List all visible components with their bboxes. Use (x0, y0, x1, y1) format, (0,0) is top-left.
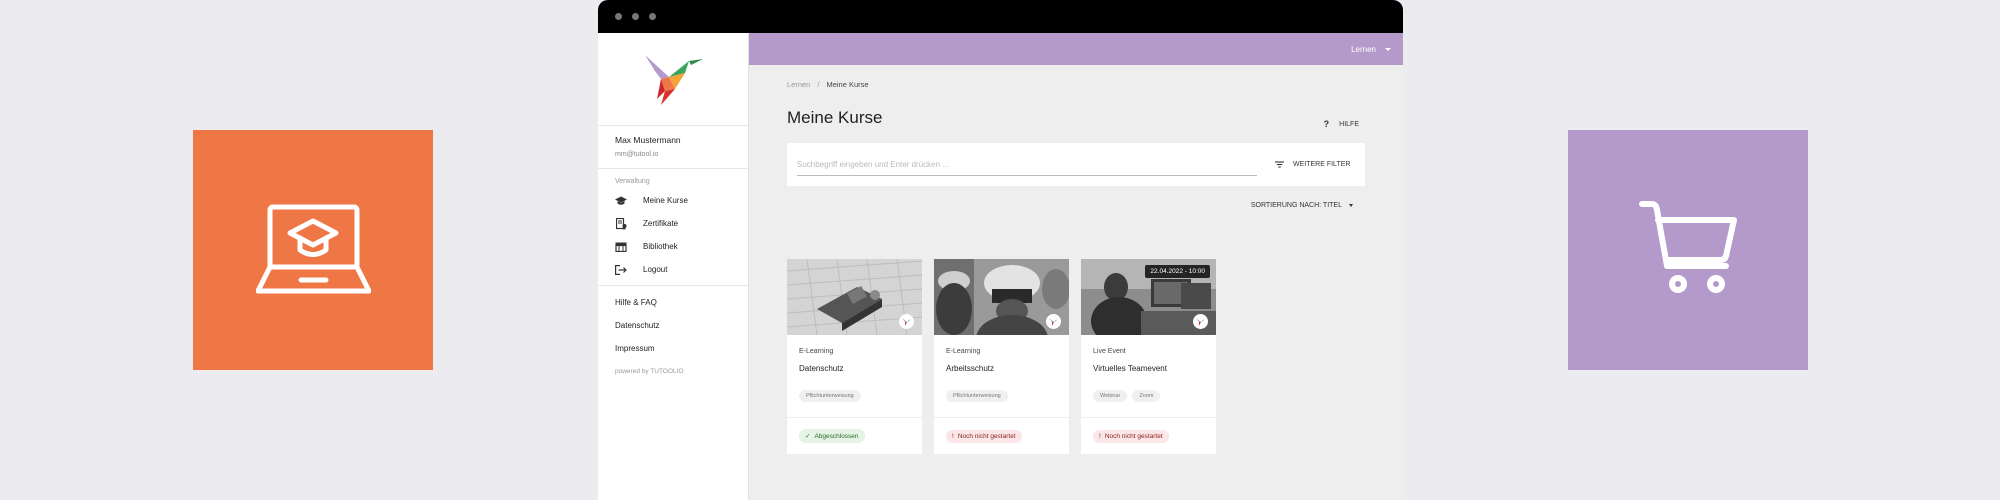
hummingbird-logo-icon (645, 55, 703, 105)
course-footer: ✓ Abgeschlossen (787, 417, 922, 454)
sidebar-item-bibliothek[interactable]: Bibliothek (598, 235, 748, 258)
event-date: 22.04.2022 - 10:00 (1145, 265, 1210, 278)
sidebar-section-label: Verwaltung (615, 178, 650, 185)
sidebar: Max Mustermann mm@tutool.io Verwaltung M… (598, 33, 749, 500)
alert-icon: ! (1099, 432, 1101, 440)
course-body: E-Learning Datenschutz Pflichtunterweisu… (787, 335, 922, 404)
content: Lernen / Meine Kurse Meine Kurse (749, 80, 1403, 128)
bird-badge-icon (899, 314, 914, 329)
right-promo-tile (1568, 130, 1808, 370)
breadcrumb-root[interactable]: Lernen (787, 80, 810, 89)
course-card[interactable]: 22.04.2022 - 10:00 Live Event Virtuelles… (1081, 259, 1216, 454)
status-label: Noch nicht gestartet (957, 432, 1016, 440)
course-footer: ! Noch nicht gestartet (1081, 417, 1216, 454)
search-input[interactable] (797, 153, 1257, 176)
more-filters-button[interactable]: WEITERE FILTER (1275, 161, 1350, 168)
left-promo-tile (193, 130, 433, 370)
sidebar-item-logout[interactable]: Logout (598, 258, 748, 281)
top-bar: Lernen (749, 33, 1403, 65)
status-badge: ✓ Abgeschlossen (799, 429, 865, 443)
alert-icon: ! (952, 432, 954, 440)
course-image: 22.04.2022 - 10:00 (1081, 259, 1216, 335)
course-tag: Pflichtunterweisung (799, 390, 861, 402)
course-body: Live Event Virtuelles Teamevent Webinar … (1081, 335, 1216, 404)
course-image (787, 259, 922, 335)
chevron-down-icon (1385, 47, 1391, 51)
window-dot-close[interactable] (615, 13, 622, 20)
course-tag: Pflichtunterweisung (946, 390, 1008, 402)
course-type: Live Event (1093, 348, 1126, 355)
window-dot-maximize[interactable] (649, 13, 656, 20)
status-label: Noch nicht gestartet (1104, 432, 1163, 440)
sidebar-item-label: Bibliothek (643, 242, 678, 251)
sidebar-item-label: Meine Kurse (643, 196, 688, 205)
window-titlebar (598, 0, 1403, 33)
laptop-graduation-icon (255, 204, 371, 293)
brand-logo[interactable] (598, 33, 748, 126)
sidebar-item-meine-kurse[interactable]: Meine Kurse (598, 189, 748, 212)
more-filters-label: WEITERE FILTER (1293, 161, 1351, 168)
course-title: Arbeitsschutz (946, 364, 995, 373)
check-icon: ✓ (805, 433, 811, 440)
search-panel: WEITERE FILTER (787, 143, 1365, 186)
filter-icon (1275, 161, 1284, 168)
help-label: HILFE (1339, 120, 1359, 128)
course-card[interactable]: E-Learning Datenschutz Pflichtunterweisu… (787, 259, 922, 454)
status-badge: ! Noch nicht gestartet (1093, 429, 1169, 443)
status-label: Abgeschlossen (814, 432, 859, 440)
sort-dropdown[interactable]: SORTIERUNG NACH: TITEL (1251, 202, 1353, 209)
help-icon: ? (1323, 119, 1330, 129)
course-tags: Pflichtunterweisung (799, 390, 910, 404)
library-icon (615, 241, 627, 253)
section-switcher-label: Lernen (1351, 44, 1376, 54)
sidebar-links: Hilfe & FAQ Datenschutz Impressum (598, 285, 748, 360)
course-footer: ! Noch nicht gestartet (934, 417, 1069, 454)
sort-label: SORTIERUNG NACH: TITEL (1250, 202, 1342, 209)
sidebar-item-label: Zertifikate (643, 219, 679, 228)
browser-window: Max Mustermann mm@tutool.io Verwaltung M… (598, 0, 1403, 500)
course-type: E-Learning (946, 348, 981, 355)
page-title: Meine Kurse (787, 108, 883, 127)
sidebar-item-label: Logout (643, 265, 668, 274)
course-type: E-Learning (799, 348, 834, 355)
course-tag: Zoom (1132, 390, 1161, 402)
course-title: Datenschutz (799, 364, 844, 373)
bird-badge-icon (1193, 314, 1208, 329)
course-image (934, 259, 1069, 335)
user-email: mm@tutool.io (615, 151, 659, 158)
main-area: Lernen Lernen / Meine Kurse Meine Kurse ? … (749, 33, 1403, 500)
window-dot-minimize[interactable] (632, 13, 639, 20)
breadcrumb: Lernen / Meine Kurse (787, 80, 1365, 89)
course-title: Virtuelles Teamevent (1093, 364, 1167, 373)
app-frame: Max Mustermann mm@tutool.io Verwaltung M… (598, 33, 1403, 500)
user-name: Max Mustermann (615, 135, 681, 145)
chevron-down-icon (1349, 204, 1353, 207)
certificate-icon (615, 217, 627, 230)
breadcrumb-separator: / (817, 80, 820, 89)
shopping-cart-icon (1639, 201, 1737, 293)
breadcrumb-current: Meine Kurse (826, 80, 869, 89)
logout-icon (615, 264, 627, 276)
course-tag: Webinar (1093, 390, 1128, 402)
link-datenschutz[interactable]: Datenschutz (598, 314, 748, 337)
user-info: Max Mustermann mm@tutool.io (598, 126, 748, 169)
bird-badge-icon (1046, 314, 1061, 329)
status-badge: ! Noch nicht gestartet (946, 429, 1022, 443)
course-tags: Webinar Zoom (1093, 390, 1204, 404)
link-impressum[interactable]: Impressum (598, 337, 748, 360)
graduation-cap-icon (615, 195, 627, 207)
course-body: E-Learning Arbeitsschutz Pflichtunterwei… (934, 335, 1069, 404)
course-list: E-Learning Datenschutz Pflichtunterweisu… (787, 259, 1216, 454)
course-card[interactable]: E-Learning Arbeitsschutz Pflichtunterwei… (934, 259, 1069, 454)
help-button[interactable]: ? HILFE (1324, 119, 1359, 129)
sidebar-item-zertifikate[interactable]: Zertifikate (598, 212, 748, 235)
powered-by: powered by TUTOOLIO (615, 368, 684, 375)
course-tags: Pflichtunterweisung (946, 390, 1057, 404)
section-switcher[interactable]: Lernen (1351, 45, 1391, 54)
link-hilfe-faq[interactable]: Hilfe & FAQ (598, 291, 748, 314)
